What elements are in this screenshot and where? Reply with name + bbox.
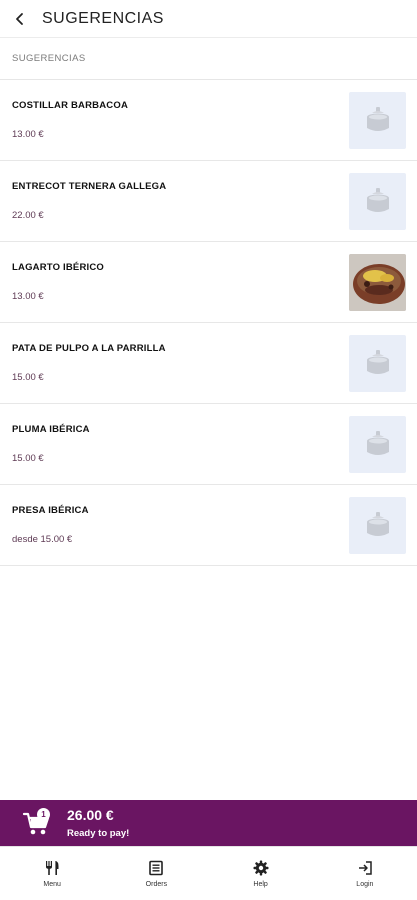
placeholder-dish-icon: [349, 416, 406, 473]
nav-menu[interactable]: Menu: [0, 847, 104, 900]
product-name: PLUMA IBÉRICA: [12, 424, 90, 435]
nav-label: Login: [356, 881, 374, 888]
nav-help[interactable]: Help: [209, 847, 313, 900]
receipt-icon: [147, 859, 165, 877]
page-title: SUGERENCIAS: [42, 9, 164, 27]
product-item[interactable]: PATA DE PULPO A LA PARRILLA 15.00 €: [0, 323, 417, 404]
product-price: 13.00 €: [12, 291, 44, 302]
product-price: 15.00 €: [12, 372, 44, 383]
cart-count-badge: 1: [37, 808, 50, 821]
nav-label: Help: [253, 881, 268, 888]
gear-icon: [252, 859, 270, 877]
placeholder-dish-icon: [349, 335, 406, 392]
placeholder-dish-icon: [349, 173, 406, 230]
product-price: 22.00 €: [12, 210, 44, 221]
bottom-nav: Menu Orders Help Login: [0, 846, 417, 900]
product-name: COSTILLAR BARBACOA: [12, 100, 129, 111]
nav-label: Orders: [145, 881, 168, 888]
cart-total: 26.00 €: [67, 807, 114, 823]
product-name: PRESA IBÉRICA: [12, 505, 89, 516]
product-item[interactable]: COSTILLAR BARBACOA 13.00 €: [0, 80, 417, 161]
cart-status: Ready to pay!: [67, 828, 130, 839]
cart-bar[interactable]: 1 26.00 € Ready to pay!: [0, 800, 417, 846]
placeholder-dish-icon: [349, 497, 406, 554]
app-header: SUGERENCIAS: [0, 0, 417, 38]
nav-orders[interactable]: Orders: [104, 847, 208, 900]
product-item[interactable]: PLUMA IBÉRICA 15.00 €: [0, 404, 417, 485]
product-name: LAGARTO IBÉRICO: [12, 262, 105, 273]
chevron-left-icon: [16, 12, 23, 25]
cutlery-icon: [43, 859, 61, 877]
back-button[interactable]: [0, 0, 40, 38]
section-label: SUGERENCIAS: [0, 38, 417, 80]
product-list: COSTILLAR BARBACOA 13.00 € ENTRECOT TERN…: [0, 80, 417, 566]
nav-login[interactable]: Login: [313, 847, 417, 900]
product-price: 15.00 €: [12, 453, 44, 464]
product-price: 13.00 €: [12, 129, 44, 140]
product-name: ENTRECOT TERNERA GALLEGA: [12, 181, 167, 192]
product-name: PATA DE PULPO A LA PARRILLA: [12, 343, 166, 354]
nav-label: Menu: [43, 881, 61, 888]
login-icon: [356, 859, 374, 877]
dish-photo: [349, 254, 406, 311]
product-item[interactable]: PRESA IBÉRICA desde 15.00 €: [0, 485, 417, 566]
product-price: desde 15.00 €: [12, 534, 73, 545]
product-item[interactable]: ENTRECOT TERNERA GALLEGA 22.00 €: [0, 161, 417, 242]
placeholder-dish-icon: [349, 92, 406, 149]
product-item[interactable]: LAGARTO IBÉRICO 13.00 €: [0, 242, 417, 323]
